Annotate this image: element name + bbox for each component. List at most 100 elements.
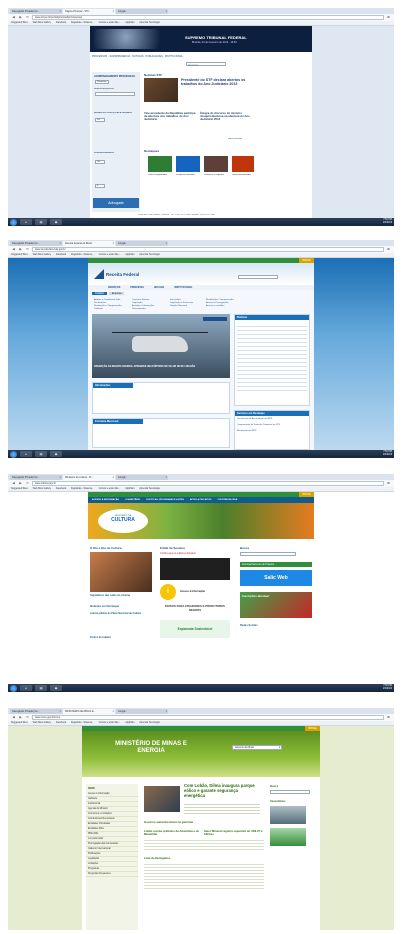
- service-item[interactable]: Restituição do IRPF: [235, 428, 309, 434]
- start-button[interactable]: [10, 684, 17, 692]
- secondary-thumb[interactable]: [270, 806, 306, 824]
- receita-logo[interactable]: Receita Federal: [106, 272, 139, 277]
- search-input[interactable]: [270, 790, 310, 794]
- link[interactable]: Acesso a certidões: [206, 305, 244, 308]
- bookmark-item[interactable]: Correio e eGov.Net...: [99, 253, 121, 257]
- close-icon[interactable]: ×: [113, 475, 114, 480]
- start-button[interactable]: [10, 218, 17, 226]
- tab-google[interactable]: Google ×: [116, 475, 168, 480]
- url-input[interactable]: www.stf.jus.br/portal/principal/principa…: [32, 15, 384, 20]
- banner-image[interactable]: OPERAÇÃO DA RECEITA FEDERAL APREENDE HEL…: [92, 314, 230, 378]
- story-1[interactable]: Governo aumenta etanol na gasolina: [144, 820, 264, 824]
- back-arrow-icon[interactable]: ◀: [11, 247, 16, 252]
- tab-google[interactable]: Google ×: [116, 709, 168, 714]
- ie-icon[interactable]: e: [20, 685, 32, 691]
- forward-arrow-icon[interactable]: ▶: [18, 15, 23, 20]
- tab-receita[interactable]: Receita Federal do Brasil ×: [63, 241, 115, 246]
- folder-icon[interactable]: ▤: [35, 685, 47, 691]
- close-icon[interactable]: ×: [113, 9, 114, 14]
- highlight-tile[interactable]: [232, 156, 254, 172]
- bookmark-item[interactable]: Aprenda Tecnologia: [139, 487, 159, 491]
- close-icon[interactable]: ×: [60, 241, 61, 246]
- story-3[interactable]: Setor Mineral registra superávit de US$ …: [204, 829, 264, 836]
- story-4[interactable]: Lista de Desligados: [144, 856, 244, 860]
- governo-select[interactable]: Governo de Minas ▾: [232, 745, 282, 750]
- tab-private[interactable]: Navegação Privada (Inc... ×: [10, 241, 62, 246]
- bookmark-item[interactable]: AppFlain: [125, 721, 134, 725]
- editais-banner[interactable]: EDITAIS PARA CRIADORES E PRODUTORES NEGR…: [160, 604, 230, 612]
- bookmark-item[interactable]: Registrato - Sistema...: [71, 487, 94, 491]
- back-arrow-icon[interactable]: ◀: [11, 481, 16, 486]
- link[interactable]: Simples Nacional: [170, 305, 204, 308]
- nav-item[interactable]: PRINCIPAIS: [130, 285, 144, 290]
- notice-1[interactable]: Leitura pública do Plano Nacional de Cul…: [90, 612, 156, 615]
- tab-stf[interactable]: Página Principal - STF - ×: [63, 9, 115, 14]
- tab-private[interactable]: Navegação Privada (Inc... ×: [10, 9, 62, 14]
- ok-button[interactable]: Ok: [95, 118, 105, 122]
- bookmark-item[interactable]: Facebook: [56, 21, 66, 25]
- headline-title[interactable]: Com Lobão, Dilma inaugura parque eólico …: [184, 783, 260, 798]
- mme-title[interactable]: MINISTÉRIO DE MINAS E ENERGIA: [106, 741, 196, 755]
- close-icon[interactable]: ×: [60, 9, 61, 14]
- search-button[interactable]: Pesquisar: [95, 80, 109, 84]
- bookmark-item[interactable]: Web Slice Gallery: [33, 253, 51, 257]
- bookmark-item[interactable]: Aprenda Tecnologia: [139, 253, 159, 257]
- wrench-icon[interactable]: ⚙: [386, 715, 391, 720]
- bookmark-item[interactable]: Facebook: [56, 721, 66, 725]
- tab-google[interactable]: Google ×: [116, 9, 168, 14]
- tab-google[interactable]: Google ×: [116, 241, 168, 246]
- col1-photo[interactable]: [90, 552, 152, 592]
- reload-icon[interactable]: ↻: [25, 715, 30, 720]
- folder-icon[interactable]: ▤: [35, 451, 47, 457]
- bookmark-item[interactable]: Registrato - Sistema...: [71, 721, 94, 725]
- close-icon[interactable]: ×: [60, 709, 61, 714]
- tab-private[interactable]: Navegação Privada (Inc... ×: [10, 709, 62, 714]
- bookmark-item[interactable]: Correio e eGov.Net...: [99, 487, 121, 491]
- wrench-icon[interactable]: ⚙: [386, 15, 391, 20]
- bookmark-item[interactable]: Facebook: [56, 487, 66, 491]
- stf-menu[interactable]: PROCESSOS · JURISPRUDÊNCIA · NOTÍCIAS · …: [92, 55, 183, 58]
- bookmark-item[interactable]: Correio e eGov.Net...: [99, 21, 121, 25]
- reload-icon[interactable]: ↻: [25, 481, 30, 486]
- sidebar-item[interactable]: Perguntas Frequentes: [86, 872, 138, 877]
- salic-banner[interactable]: Salic Web: [240, 570, 312, 586]
- forward-arrow-icon[interactable]: ▶: [18, 715, 23, 720]
- headline-photo[interactable]: [144, 78, 178, 102]
- close-icon[interactable]: ×: [166, 241, 167, 246]
- forward-arrow-icon[interactable]: ▶: [18, 247, 23, 252]
- url-input[interactable]: www.cultura.gov.br: [32, 481, 384, 486]
- bookmark-item[interactable]: AppFlain: [125, 487, 134, 491]
- story-2[interactable]: Lobão recebe prefeitos da Amazônia e do …: [144, 829, 200, 836]
- reload-icon[interactable]: ↻: [25, 15, 30, 20]
- ie-icon[interactable]: e: [20, 219, 32, 225]
- close-icon[interactable]: ×: [113, 241, 114, 246]
- start-button[interactable]: [10, 450, 17, 458]
- folder-icon[interactable]: ▤: [35, 219, 47, 225]
- highlight-tile[interactable]: [176, 156, 200, 172]
- sub-story-1[interactable]: Vice-presidente da República participa d…: [144, 111, 196, 122]
- bookmark-item[interactable]: AppFlain: [125, 21, 134, 25]
- cultura-logo[interactable]: MINISTÉRIO DA CULTURA: [98, 509, 148, 533]
- process-number-field[interactable]: [95, 92, 135, 96]
- carousel-controls[interactable]: [203, 317, 227, 321]
- bookmark-item[interactable]: Correio e eGov.Net...: [99, 721, 121, 725]
- tab-empresa[interactable]: Empresa: [108, 292, 125, 295]
- bookmark-item[interactable]: Suggested Sites: [11, 253, 28, 257]
- highlight-tile[interactable]: [148, 156, 172, 172]
- wrench-icon[interactable]: ⚙: [386, 481, 391, 486]
- access-info-icon[interactable]: i: [160, 584, 176, 600]
- search-input[interactable]: Pesquisar: [186, 62, 226, 67]
- bookmark-item[interactable]: Web Slice Gallery: [33, 487, 51, 491]
- headline-photo[interactable]: [144, 786, 180, 812]
- bookmark-item[interactable]: Web Slice Gallery: [33, 721, 51, 725]
- bookmark-item[interactable]: Suggested Sites: [11, 721, 28, 725]
- back-arrow-icon[interactable]: ◀: [11, 715, 16, 720]
- chrome-icon[interactable]: ◉: [50, 219, 62, 225]
- tab-cultura[interactable]: Ministério da Cultura - Pr... ×: [63, 475, 115, 480]
- notice-2[interactable]: Pontos de Cultura: [90, 636, 156, 639]
- search-input[interactable]: [238, 275, 278, 279]
- nav-item[interactable]: INSTITUCIONAL: [174, 285, 192, 290]
- highlight-tile[interactable]: [204, 156, 228, 172]
- inscricoes-banner[interactable]: Inscrições abertas!: [240, 592, 312, 618]
- esplanada-banner[interactable]: Esplanada Sustentável: [160, 620, 230, 638]
